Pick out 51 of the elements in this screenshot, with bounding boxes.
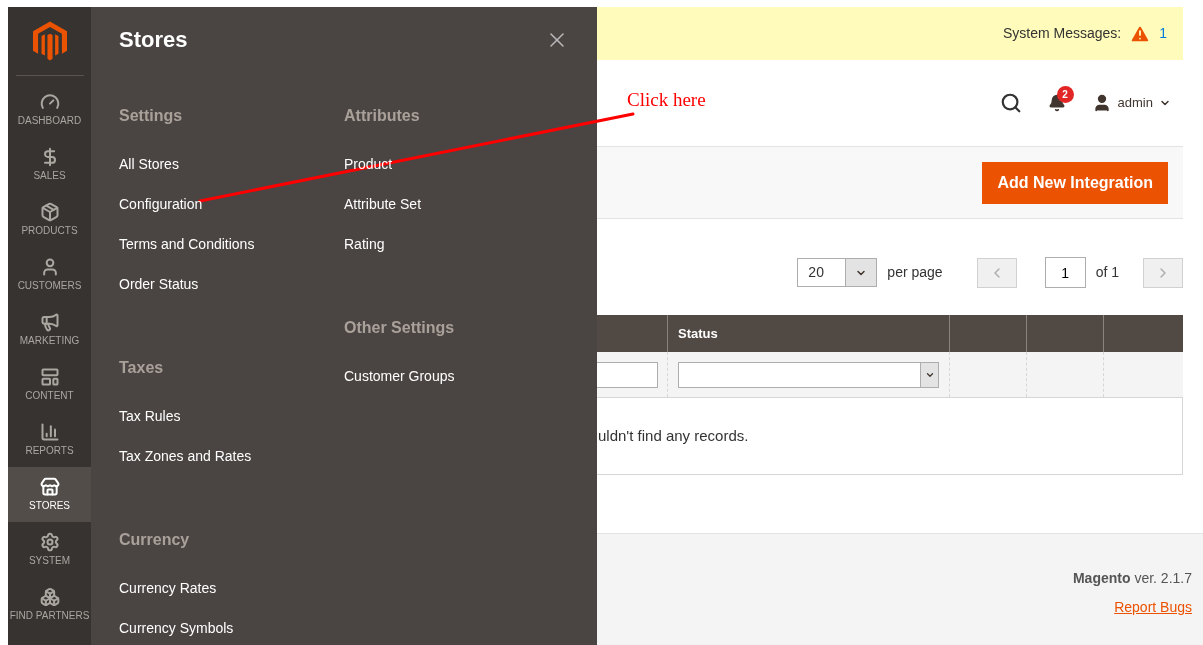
gauge-icon <box>39 92 60 112</box>
per-page-select[interactable]: 20 <box>797 258 878 287</box>
storefront-icon <box>39 477 60 497</box>
annotation-text: Click here <box>627 88 706 112</box>
gear-icon <box>39 532 60 552</box>
sidebar-item[interactable]: CONTENT <box>8 357 91 412</box>
menu-link[interactable]: Order Status <box>119 272 199 296</box>
empty-message: uldn't find any records. <box>597 425 749 446</box>
section-heading: Other Settings <box>344 318 456 338</box>
sidebar-item[interactable]: SYSTEM <box>8 522 91 577</box>
section-heading: Settings <box>119 106 184 126</box>
menu-link[interactable]: Attribute Set <box>344 192 422 216</box>
menu-link[interactable]: Tax Rules <box>119 404 181 428</box>
menu-link[interactable]: Tax Zones and Rates <box>119 444 252 468</box>
menu-link[interactable]: Configuration <box>119 192 203 216</box>
per-page-label: per page <box>887 263 943 282</box>
sidebar-item[interactable]: CUSTOMERS <box>8 247 91 302</box>
status-filter-select[interactable] <box>678 361 939 388</box>
blocks-icon <box>39 587 60 607</box>
sidebar-item[interactable]: MARKETING <box>8 302 91 357</box>
system-messages-label: System Messages: <box>1002 24 1122 43</box>
sidebar-item[interactable]: SALES <box>8 137 91 192</box>
user-menu[interactable]: admin <box>1091 93 1171 113</box>
page-number-field[interactable]: 1 <box>1044 257 1086 288</box>
sidebar-item[interactable]: STORES <box>8 467 91 522</box>
bar-chart-icon <box>39 422 60 442</box>
menu-link[interactable]: Terms and Conditions <box>119 232 255 256</box>
section-heading: Taxes <box>119 358 165 378</box>
add-integration-button[interactable]: Add New Integration <box>982 161 1168 204</box>
menu-link[interactable]: Customer Groups <box>344 364 455 388</box>
search-icon[interactable] <box>999 92 1022 114</box>
section-heading: Currency <box>119 530 191 550</box>
version-text: Magento ver. 2.1.7 <box>1072 569 1192 588</box>
messages-count-link[interactable]: 1 <box>1159 23 1167 44</box>
logo-icon[interactable] <box>32 21 67 61</box>
filter-text-field[interactable] <box>597 361 658 388</box>
layout-icon <box>39 367 60 387</box>
menu-link[interactable]: Rating <box>344 232 385 256</box>
section-heading: Attributes <box>344 106 421 126</box>
menu-title: Stores <box>119 26 188 54</box>
menu-link[interactable]: Currency Symbols <box>119 616 234 640</box>
sidebar-item[interactable]: PRODUCTS <box>8 192 91 247</box>
notification-count: 2 <box>1056 86 1074 103</box>
menu-link[interactable]: Currency Rates <box>119 576 217 600</box>
sidebar-item[interactable]: FIND PARTNERS <box>8 577 91 632</box>
menu-link[interactable]: All Stores <box>119 152 179 176</box>
page-count: of 1 <box>1095 263 1119 282</box>
sidebar-item[interactable]: DASHBOARD <box>8 82 91 137</box>
sidebar-item[interactable]: REPORTS <box>8 412 91 467</box>
megaphone-icon <box>39 312 60 332</box>
box-icon <box>39 202 60 222</box>
